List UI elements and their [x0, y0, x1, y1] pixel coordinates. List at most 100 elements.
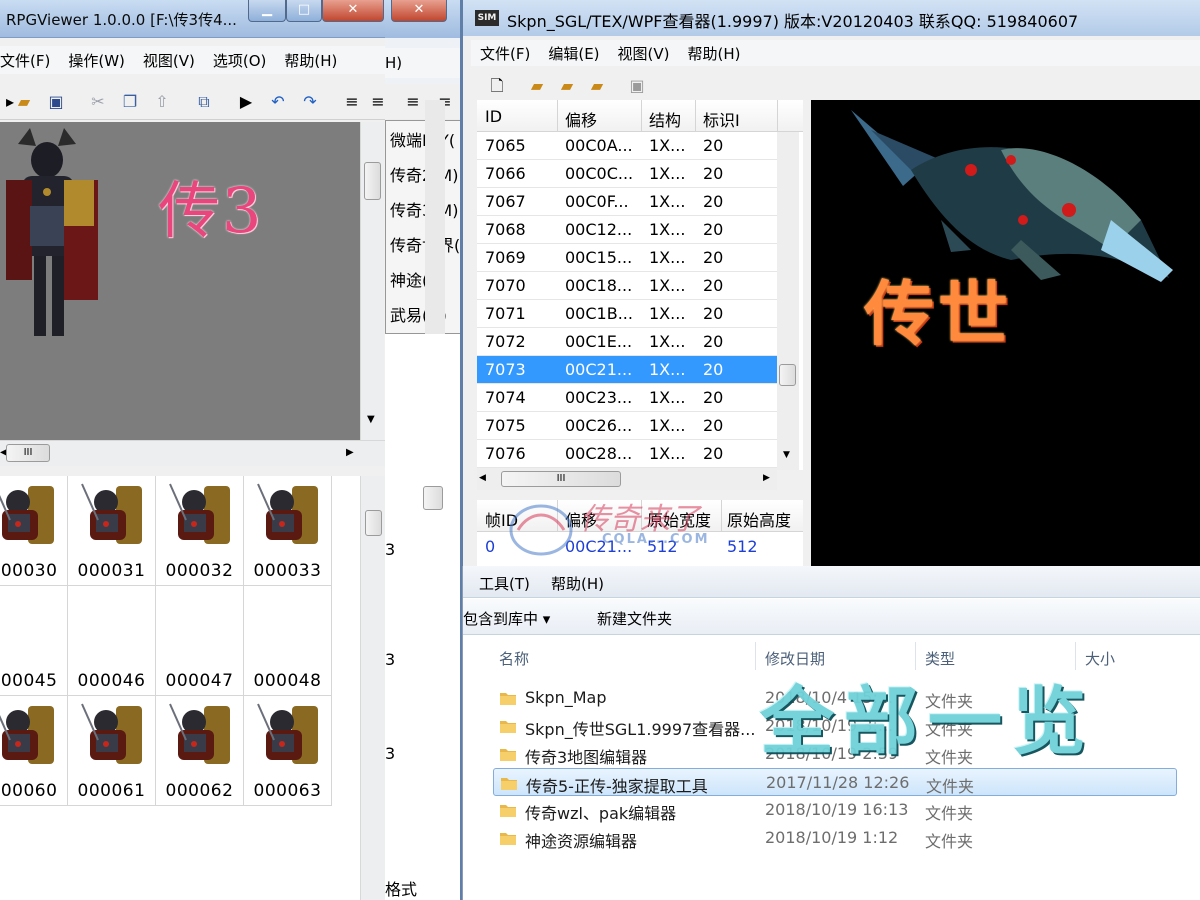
scroll-right-arrow-icon[interactable]: ▶	[346, 447, 354, 458]
menu-view[interactable]: 视图(V)	[134, 50, 204, 71]
thumbnail-cell[interactable]: 000048	[244, 586, 332, 696]
thumbnail-cell[interactable]: 000061	[68, 696, 156, 806]
scroll-down-arrow-icon[interactable]: ▼	[783, 450, 790, 460]
background-menu-help[interactable]: H)	[385, 54, 402, 72]
frame-table-vscroll[interactable]: ▼	[777, 132, 799, 470]
skpn-titlebar[interactable]: SIM Skpn_SGL/TEX/WPF查看器(1.9997) 版本:V2012…	[463, 0, 1200, 36]
thumbnail-cell[interactable]: 000030	[0, 476, 68, 586]
skpn-menu-view[interactable]: 视图(V)	[609, 43, 679, 64]
save-icon[interactable]: ▣	[46, 92, 66, 112]
thumbnail-label: 000033	[253, 561, 322, 581]
column-offset[interactable]: 偏移	[565, 107, 597, 131]
explorer-menu-tools[interactable]: 工具(T)	[479, 573, 530, 594]
table-row[interactable]: 7074 00C23... 1X... 20	[477, 384, 777, 412]
align-icon[interactable]: ≡	[403, 92, 423, 112]
hscroll-thumb[interactable]: III	[6, 444, 50, 462]
list-item[interactable]: 传奇5-正传-独家提取工具 2017/11/28 12:26 文件夹	[493, 768, 1177, 796]
file-name: 传奇3地图编辑器	[525, 748, 648, 767]
list-item[interactable]: 传奇wzl、pak编辑器 2018/10/19 16:13 文件夹	[493, 796, 1177, 824]
skpn-menu-edit[interactable]: 编辑(E)	[539, 43, 608, 64]
scroll-left-arrow-icon[interactable]: ◀	[479, 473, 486, 483]
duplicate-icon[interactable]: ⧉	[194, 92, 214, 112]
menu-help[interactable]: 帮助(H)	[275, 50, 346, 71]
thumbnail-cell[interactable]: 000045	[0, 586, 68, 696]
cell-offset: 00C18...	[565, 276, 633, 295]
thumbnail-scrollbar[interactable]	[360, 476, 385, 900]
skpn-title: Skpn_SGL/TEX/WPF查看器(1.9997) 版本:V20120403…	[507, 12, 1079, 31]
thumbnail-cell[interactable]: 000046	[68, 586, 156, 696]
menu-operate[interactable]: 操作(W)	[59, 50, 134, 71]
table-row[interactable]: 7068 00C12... 1X... 20	[477, 216, 777, 244]
cell-offset: 00C21...	[565, 360, 633, 379]
new-file-icon[interactable]: 🗋	[487, 76, 507, 96]
table-row[interactable]: 7069 00C15... 1X... 20	[477, 244, 777, 272]
new-folder-button[interactable]: 新建文件夹	[597, 608, 672, 629]
thumbnail-label: 000032	[165, 561, 234, 581]
thumbnail-label: 000061	[77, 781, 146, 801]
frame-table-scroll-thumb[interactable]	[779, 364, 796, 386]
minimize-button[interactable]: ▁	[248, 0, 286, 22]
thumbnail-cell[interactable]: 000063	[244, 696, 332, 806]
include-in-library-button[interactable]: 包含到库中 ▾	[463, 608, 550, 629]
column-name[interactable]: 名称	[499, 648, 529, 669]
align-left-icon[interactable]: ≡	[342, 92, 362, 112]
thumbnail-cell[interactable]: 000062	[156, 696, 244, 806]
table-row[interactable]: 7072 00C1E... 1X... 20	[477, 328, 777, 356]
column-id[interactable]: ID	[485, 107, 502, 126]
detail-column-height[interactable]: 原始高度	[727, 507, 791, 531]
cell-offset: 00C0F...	[565, 192, 629, 211]
column-struct[interactable]: 结构	[649, 107, 681, 131]
frame-table-hscroll-thumb[interactable]: III	[501, 471, 621, 487]
menu-item-weiduan-diy[interactable]: 微端DIY(	[390, 127, 455, 151]
preview-vertical-scrollbar[interactable]: ▼	[360, 122, 384, 440]
background-close-button[interactable]: ✕	[391, 0, 447, 22]
skpn-menu-file[interactable]: 文件(F)	[471, 43, 539, 64]
column-flag[interactable]: 标识I	[703, 107, 740, 131]
cut-icon[interactable]: ✂	[88, 92, 108, 112]
open-folder-icon[interactable]: ▰	[14, 92, 34, 112]
upload-icon[interactable]: ⇧	[152, 92, 172, 112]
menu-file[interactable]: 文件(F)	[0, 50, 59, 71]
copy-icon[interactable]: ❐	[120, 92, 140, 112]
table-row[interactable]: 7065 00C0A... 1X... 20	[477, 132, 777, 160]
sprite-thumbnail	[169, 703, 230, 764]
folder-icon	[500, 833, 516, 845]
cell-struct: 1X...	[649, 164, 686, 183]
undo-icon[interactable]: ↶	[268, 92, 288, 112]
preview-scroll-thumb[interactable]	[364, 162, 381, 200]
next-frame-icon[interactable]: ▶	[236, 92, 256, 112]
thumbnail-cell[interactable]: 000047	[156, 586, 244, 696]
thumbnail-cell[interactable]: 000031	[68, 476, 156, 586]
thumbnail-cell[interactable]: 000060	[0, 696, 68, 806]
background-list-scroll-thumb[interactable]	[423, 486, 443, 510]
table-row[interactable]: 7071 00C1B... 1X... 20	[477, 300, 777, 328]
frame-table-hscroll[interactable]: ◀ III ▶	[477, 468, 777, 490]
table-row[interactable]: 7073 00C21... 1X... 20	[477, 356, 777, 384]
table-row[interactable]: 7075 00C26... 1X... 20	[477, 412, 777, 440]
thumbnail-cell[interactable]: 000032	[156, 476, 244, 586]
maximize-button[interactable]: □	[286, 0, 322, 22]
menu-options[interactable]: 选项(O)	[204, 50, 276, 71]
save-icon[interactable]: ▣	[627, 76, 647, 96]
list-item[interactable]: 神途资源编辑器 2018/10/19 1:12 文件夹	[493, 824, 1177, 852]
table-row[interactable]: 7066 00C0C... 1X... 20	[477, 160, 777, 188]
open-folder-2-icon[interactable]: ▰	[557, 76, 577, 96]
explorer-menu-help[interactable]: 帮助(H)	[551, 573, 604, 594]
sprite-thumbnail	[0, 706, 54, 764]
table-row[interactable]: 7070 00C18... 1X... 20	[477, 272, 777, 300]
thumbnail-label: 000030	[0, 561, 58, 581]
scroll-down-arrow-icon[interactable]: ▼	[367, 414, 375, 425]
table-row[interactable]: 7067 00C0F... 1X... 20	[477, 188, 777, 216]
file-type: 文件夹	[926, 777, 975, 796]
redo-icon[interactable]: ↷	[300, 92, 320, 112]
thumbnail-scroll-thumb[interactable]	[365, 510, 382, 536]
close-button[interactable]: ✕	[322, 0, 384, 22]
open-folder-3-icon[interactable]: ▰	[587, 76, 607, 96]
skpn-menu-help[interactable]: 帮助(H)	[679, 43, 750, 64]
align-center-icon[interactable]: ≡	[368, 92, 385, 112]
table-row[interactable]: 7076 00C28... 1X... 20	[477, 440, 777, 468]
scroll-right-arrow-icon[interactable]: ▶	[763, 473, 770, 483]
open-folder-icon[interactable]: ▰	[527, 76, 547, 96]
thumbnail-cell[interactable]: 000033	[244, 476, 332, 586]
preview-horizontal-scrollbar[interactable]: ◀ III ▶	[0, 440, 385, 466]
